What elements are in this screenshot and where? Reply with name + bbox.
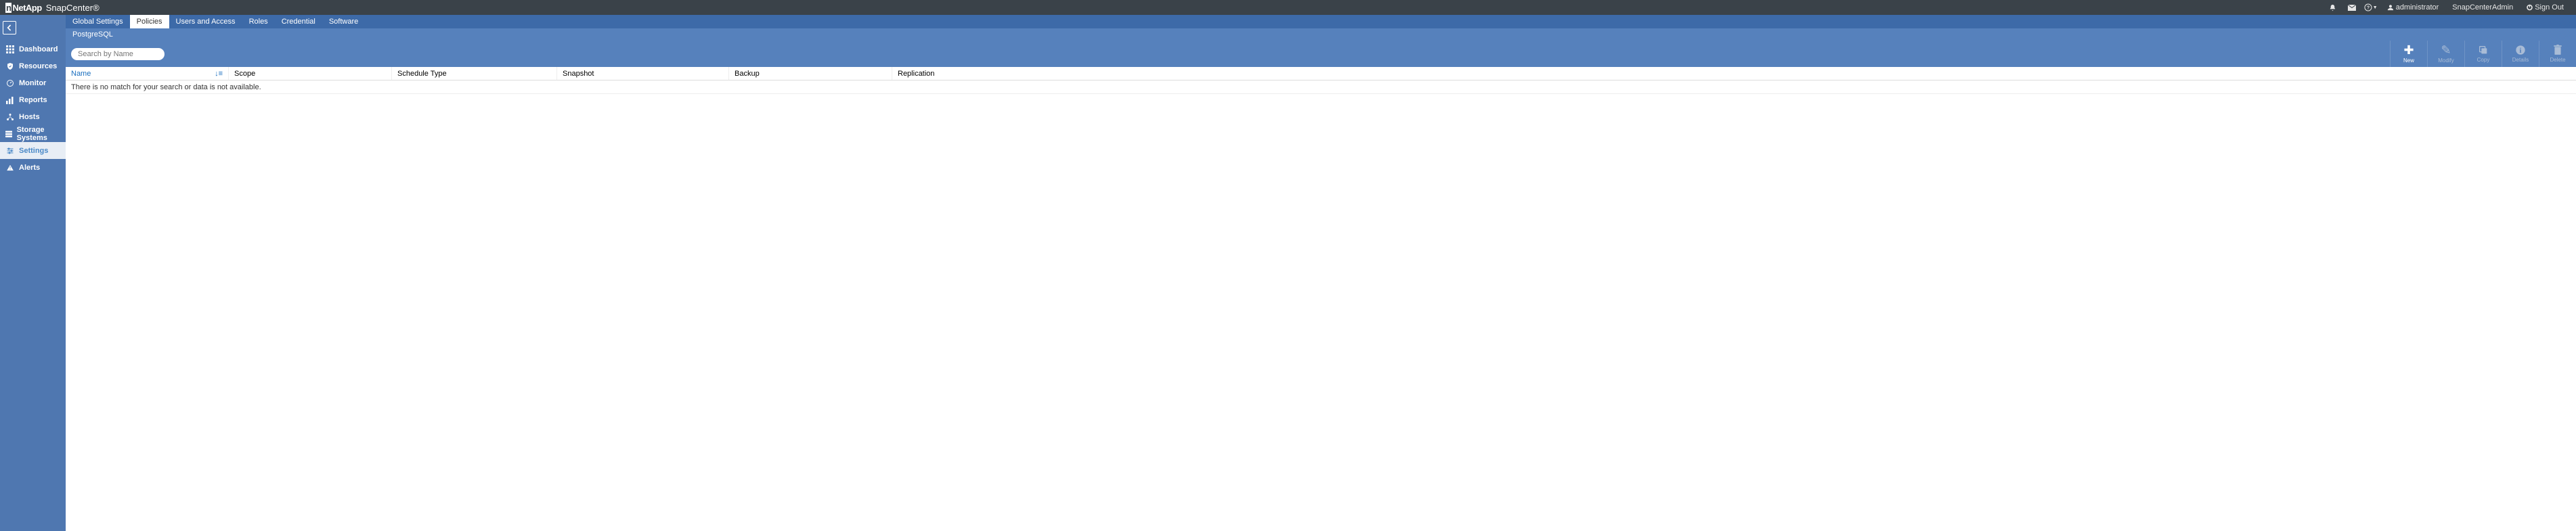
- sidebar-item-storage[interactable]: Storage Systems: [0, 125, 66, 142]
- signout-link[interactable]: Sign Out: [2520, 0, 2571, 15]
- new-button[interactable]: ✚ New: [2390, 41, 2427, 67]
- plus-icon: ✚: [2403, 44, 2414, 56]
- details-button[interactable]: i Details: [2502, 41, 2539, 67]
- column-scope[interactable]: Scope: [229, 67, 392, 80]
- column-schedule-type[interactable]: Schedule Type: [392, 67, 557, 80]
- help-icon[interactable]: ? ▼: [2361, 0, 2380, 15]
- sidebar-item-label: Resources: [19, 62, 57, 70]
- gauge-icon: [4, 79, 16, 87]
- sidebar: Dashboard Resources Monitor Reports Host…: [0, 41, 66, 531]
- sidebar-item-monitor[interactable]: Monitor: [0, 74, 66, 91]
- brand-logo: nNetApp: [5, 3, 42, 13]
- tab-global-settings[interactable]: Global Settings: [66, 15, 130, 28]
- column-replication[interactable]: Replication: [892, 67, 2576, 80]
- modify-button[interactable]: ✎ Modify: [2427, 41, 2464, 67]
- tab-users-access[interactable]: Users and Access: [169, 15, 242, 28]
- sort-asc-icon: ↓≡: [215, 70, 223, 78]
- svg-text:?: ?: [2367, 6, 2370, 11]
- toolbar: ✚ New ✎ Modify Copy i Details Delete: [66, 41, 2576, 67]
- product-name: SnapCenter®: [46, 3, 100, 13]
- brand: nNetApp SnapCenter®: [5, 3, 100, 13]
- sidebar-item-alerts[interactable]: Alerts: [0, 159, 66, 176]
- trash-icon: [2553, 45, 2562, 55]
- tab-policies[interactable]: Policies: [130, 15, 169, 28]
- top-header: nNetApp SnapCenter® ? ▼ administrator Sn…: [0, 0, 2576, 15]
- shield-icon: [4, 62, 16, 70]
- sub-tabs: PostgreSQL: [66, 28, 2576, 41]
- grid-icon: [4, 45, 16, 53]
- sidebar-collapse-button[interactable]: [3, 21, 16, 34]
- chart-icon: [4, 96, 16, 104]
- storage-icon: [4, 130, 14, 138]
- network-icon: [4, 113, 16, 121]
- sidebar-item-label: Storage Systems: [17, 126, 66, 142]
- sidebar-item-dashboard[interactable]: Dashboard: [0, 41, 66, 57]
- copy-icon: [2478, 45, 2489, 55]
- sidebar-item-label: Dashboard: [19, 45, 58, 53]
- tab-credential[interactable]: Credential: [275, 15, 322, 28]
- delete-button[interactable]: Delete: [2539, 41, 2576, 67]
- sidebar-item-hosts[interactable]: Hosts: [0, 108, 66, 125]
- info-icon: i: [2515, 45, 2526, 55]
- sidebar-item-label: Reports: [19, 96, 47, 104]
- sidebar-item-reports[interactable]: Reports: [0, 91, 66, 108]
- sidebar-item-label: Settings: [19, 147, 48, 155]
- empty-message: There is no match for your search or dat…: [66, 80, 2576, 94]
- tab-roles[interactable]: Roles: [242, 15, 275, 28]
- tab-software[interactable]: Software: [322, 15, 365, 28]
- sidebar-item-label: Hosts: [19, 113, 40, 121]
- search-input[interactable]: [71, 48, 165, 60]
- sidebar-collapse-area: [0, 15, 66, 41]
- column-snapshot[interactable]: Snapshot: [557, 67, 729, 80]
- user-link[interactable]: administrator: [2380, 0, 2446, 15]
- table-header: Name ↓≡ Scope Schedule Type Snapshot Bac…: [66, 67, 2576, 80]
- subtab-postgresql[interactable]: PostgreSQL: [67, 28, 118, 41]
- top-tabs: Global Settings Policies Users and Acces…: [66, 15, 2576, 28]
- warning-icon: [4, 164, 16, 172]
- sidebar-item-settings[interactable]: Settings: [0, 142, 66, 159]
- bell-icon[interactable]: [2323, 0, 2342, 15]
- column-name[interactable]: Name ↓≡: [66, 67, 229, 80]
- copy-button[interactable]: Copy: [2464, 41, 2502, 67]
- svg-text:i: i: [2520, 47, 2522, 55]
- role-link[interactable]: SnapCenterAdmin: [2445, 0, 2520, 15]
- pencil-icon: ✎: [2441, 44, 2451, 56]
- policies-table: Name ↓≡ Scope Schedule Type Snapshot Bac…: [66, 67, 2576, 94]
- sidebar-item-resources[interactable]: Resources: [0, 57, 66, 74]
- sidebar-item-label: Monitor: [19, 79, 46, 87]
- sidebar-item-label: Alerts: [19, 164, 40, 172]
- mail-icon[interactable]: [2342, 0, 2361, 15]
- sliders-icon: [4, 147, 16, 155]
- column-backup[interactable]: Backup: [729, 67, 892, 80]
